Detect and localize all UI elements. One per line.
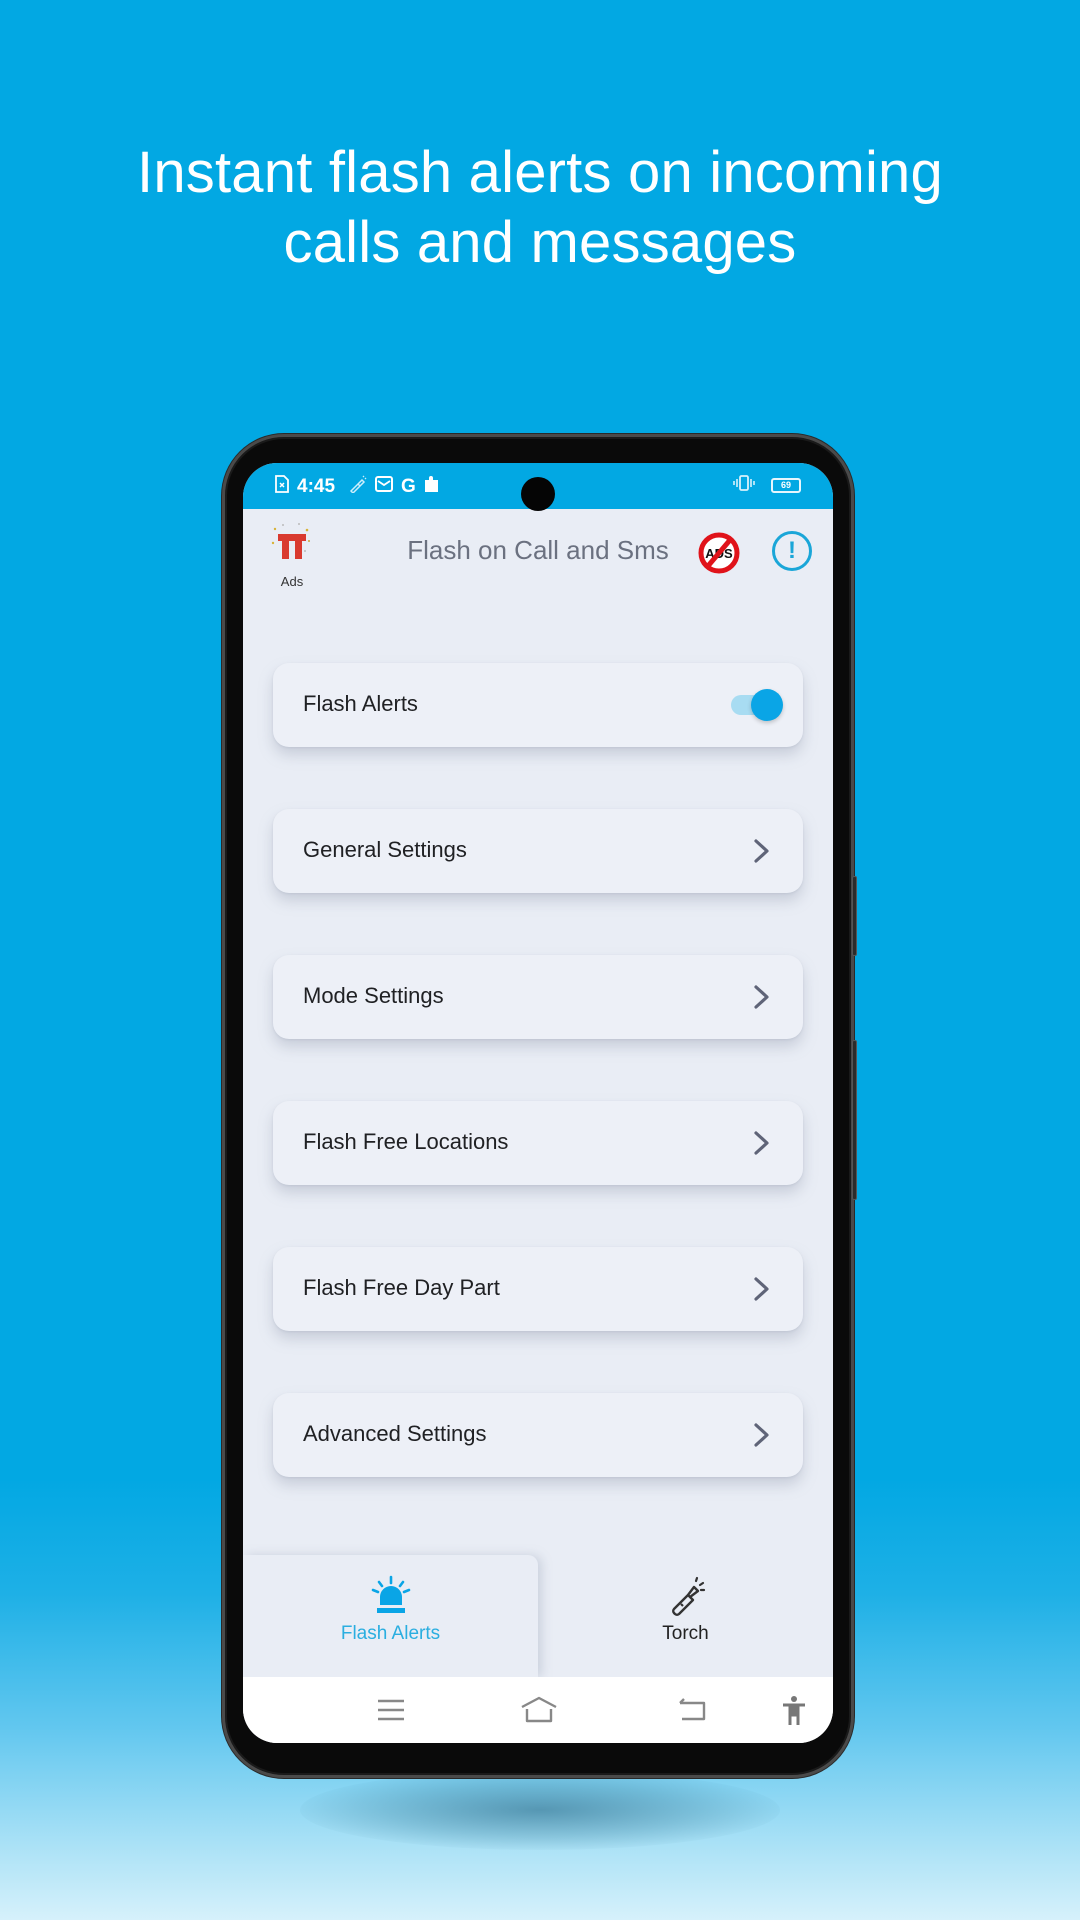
menu-item-mode-settings[interactable]: Mode Settings xyxy=(273,955,803,1039)
vibrate-icon xyxy=(733,475,755,496)
phone-screen: 4:45 G 69 Ads Flash on Call and Sms ! Fl… xyxy=(243,463,833,1743)
siren-icon xyxy=(371,1575,411,1613)
info-icon: ! xyxy=(788,537,796,564)
menu-item-flash-free-day-part[interactable]: Flash Free Day Part xyxy=(273,1247,803,1331)
home-icon[interactable] xyxy=(519,1695,559,1725)
tab-flash-alerts[interactable]: Flash Alerts xyxy=(243,1555,538,1677)
bottom-navigation: Flash Alerts Torch xyxy=(243,1555,833,1677)
headline-line-1: Instant flash alerts on incoming xyxy=(137,140,943,205)
menu-item-flash-free-locations[interactable]: Flash Free Locations xyxy=(273,1101,803,1185)
volume-button xyxy=(852,876,857,956)
headline-line-2: calls and messages xyxy=(283,210,797,275)
power-button xyxy=(852,1040,857,1200)
menu-item-general-settings[interactable]: General Settings xyxy=(273,809,803,893)
menu-item-advanced-settings[interactable]: Advanced Settings xyxy=(273,1393,803,1477)
tab-label: Flash Alerts xyxy=(340,1623,441,1644)
front-camera xyxy=(521,477,555,511)
tab-label: Torch xyxy=(662,1623,709,1644)
menu-item-label: Flash Alerts xyxy=(303,691,418,716)
mail-icon xyxy=(375,476,394,498)
menu-item-label: Flash Free Day Part xyxy=(303,1275,500,1300)
gift-ads-icon xyxy=(271,523,310,559)
menu-item-label: Mode Settings xyxy=(303,983,444,1008)
tab-torch[interactable]: Torch xyxy=(538,1555,833,1677)
chevron-right-icon xyxy=(754,1131,769,1155)
chevron-right-icon xyxy=(754,1277,769,1301)
chevron-right-icon xyxy=(754,839,769,863)
ads-button[interactable]: Ads xyxy=(269,521,315,589)
back-icon[interactable] xyxy=(676,1695,708,1725)
menu-item-label: Advanced Settings xyxy=(303,1421,487,1446)
app-header: Ads Flash on Call and Sms ADS ! xyxy=(243,509,833,609)
menu-item-label: General Settings xyxy=(303,837,467,862)
flash-alerts-toggle-row[interactable]: Flash Alerts xyxy=(273,663,803,747)
sim-missing-icon xyxy=(275,475,289,499)
info-button[interactable]: ! xyxy=(772,531,812,571)
ads-label: Ads xyxy=(280,574,304,589)
flashlight-icon xyxy=(349,475,367,499)
menu-icon[interactable] xyxy=(376,1695,406,1725)
no-ads-icon: ADS xyxy=(698,532,740,574)
flash-alerts-switch[interactable] xyxy=(729,687,785,723)
google-icon: G xyxy=(401,476,416,497)
menu-item-label: Flash Free Locations xyxy=(303,1129,509,1154)
phone-shadow xyxy=(300,1770,780,1850)
system-navigation-bar xyxy=(243,1677,833,1743)
promo-headline: Instant flash alerts on incoming calls a… xyxy=(0,138,1080,278)
puzzle-icon xyxy=(424,475,440,499)
flashlight-icon xyxy=(672,1576,706,1616)
chevron-right-icon xyxy=(754,1423,769,1447)
battery-icon: 69 xyxy=(771,478,801,493)
chevron-right-icon xyxy=(754,985,769,1009)
remove-ads-button[interactable]: ADS xyxy=(697,531,741,575)
switch-thumb xyxy=(751,689,783,721)
accessibility-icon[interactable] xyxy=(781,1695,807,1727)
status-time: 4:45 xyxy=(297,476,336,497)
app-title: Flash on Call and Sms xyxy=(407,535,669,565)
status-bar: 4:45 G 69 xyxy=(243,463,833,511)
